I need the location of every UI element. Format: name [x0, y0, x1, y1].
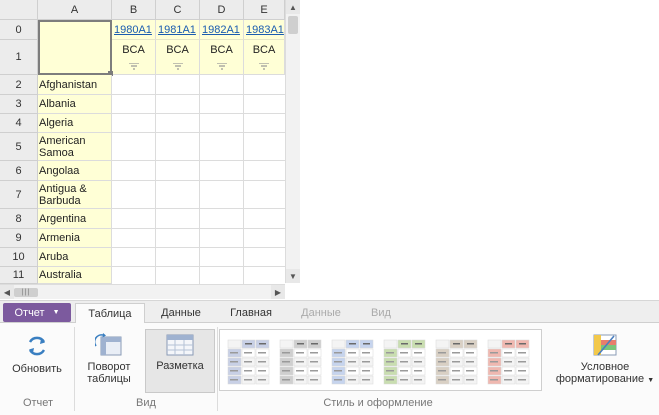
table-style-thumbnail[interactable] [331, 339, 374, 385]
row-header-11[interactable]: 11 [0, 267, 38, 284]
group-label-style: Стиль и оформление [323, 397, 433, 409]
refresh-label: Обновить [12, 363, 62, 375]
measure-header-d[interactable]: BCA [200, 40, 244, 75]
ribbon-panel: Обновить Поворот таблицы Разметка Условн… [0, 323, 659, 415]
refresh-button[interactable]: Обновить [4, 329, 70, 393]
measure-label: BCA [122, 44, 145, 56]
country-cell[interactable]: Aruba [38, 248, 112, 267]
row-header-6[interactable]: 6 [0, 161, 38, 181]
report-menu-button[interactable]: Отчет ▼ [3, 303, 71, 322]
country-cell[interactable]: Argentina [38, 209, 112, 229]
country-cell[interactable]: Angolaa [38, 161, 112, 181]
year-header-1981[interactable]: 1981A1 [156, 20, 200, 40]
table-style-thumbnail[interactable] [383, 339, 426, 385]
style-thumbnails [227, 339, 530, 385]
row-header-10[interactable]: 10 [0, 248, 38, 267]
spreadsheet-grid[interactable]: A B C D E 0 1 2 3 4 5 6 7 8 9 10 11 1980… [0, 0, 300, 300]
group-divider [217, 327, 218, 411]
refresh-icon [28, 336, 46, 356]
tab-table[interactable]: Таблица [75, 303, 145, 324]
scroll-up-icon[interactable]: ▲ [286, 0, 300, 14]
tab-home[interactable]: Главная [218, 303, 284, 323]
country-cell[interactable]: Albania [38, 95, 112, 114]
ribbon: Отчет ▼ Таблица Данные Главная Данные Ви… [0, 300, 659, 415]
tab-data[interactable]: Данные [148, 303, 214, 323]
measure-label: BCA [210, 44, 233, 56]
style-gallery[interactable] [219, 329, 542, 391]
table-style-thumbnail[interactable] [227, 339, 270, 385]
tab-view-disabled[interactable]: Вид [356, 303, 406, 323]
row-header-1[interactable]: 1 [0, 40, 38, 75]
selected-cell-a0[interactable] [38, 20, 112, 75]
vertical-scrollbar[interactable]: ▲ ▼ [285, 0, 300, 283]
filter-icon[interactable] [216, 63, 227, 70]
pivot-label-line2: таблицы [87, 373, 131, 385]
measure-header-c[interactable]: BCA [156, 40, 200, 75]
year-header-1982[interactable]: 1982A1 [200, 20, 244, 40]
filter-icon[interactable] [172, 63, 183, 70]
country-cell[interactable]: American Samoa [38, 133, 112, 161]
country-cell[interactable]: Afghanistan [38, 75, 112, 95]
select-all-corner[interactable] [0, 0, 38, 20]
data-cells-area[interactable] [112, 75, 285, 284]
row-header-8[interactable]: 8 [0, 209, 38, 229]
pivot-label-line1: Поворот [87, 361, 131, 373]
layout-label: Разметка [156, 360, 204, 372]
country-cell[interactable]: Antigua & Barbuda [38, 181, 112, 209]
scroll-down-icon[interactable]: ▼ [286, 269, 300, 283]
group-divider [74, 327, 75, 411]
year-header-1980[interactable]: 1980A1 [112, 20, 156, 40]
country-cell[interactable]: Australia [38, 267, 112, 284]
table-style-thumbnail[interactable] [487, 339, 530, 385]
measure-header-b[interactable]: BCA [112, 40, 156, 75]
country-cell[interactable]: Armenia [38, 229, 112, 248]
group-label-view: Вид [136, 397, 156, 409]
row-header-7[interactable]: 7 [0, 181, 38, 209]
row-header-9[interactable]: 9 [0, 229, 38, 248]
scroll-left-icon[interactable]: ◀ [0, 285, 14, 299]
column-header-a[interactable]: A [38, 0, 112, 20]
cond-label-text: форматирование [555, 373, 645, 385]
row-header-4[interactable]: 4 [0, 114, 38, 133]
column-header-d[interactable]: D [200, 0, 244, 20]
group-label-report: Отчет [22, 397, 54, 409]
filter-icon[interactable] [128, 63, 139, 70]
tab-data-disabled[interactable]: Данные [288, 303, 354, 323]
row-header-3[interactable]: 3 [0, 95, 38, 114]
table-style-thumbnail[interactable] [279, 339, 322, 385]
table-style-thumbnail[interactable] [435, 339, 478, 385]
layout-icon [166, 334, 194, 356]
pivot-table-button[interactable]: Поворот таблицы [76, 329, 142, 393]
cond-label-line2: форматирование ▼ [553, 373, 657, 387]
ribbon-tab-bar: Отчет ▼ Таблица Данные Главная Данные Ви… [0, 301, 659, 324]
pivot-icon [95, 333, 122, 356]
column-header-c[interactable]: C [156, 0, 200, 20]
column-header-b[interactable]: B [112, 0, 156, 20]
layout-button[interactable]: Разметка [145, 329, 215, 393]
chevron-down-icon: ▼ [647, 377, 655, 384]
conditional-formatting-icon [593, 334, 617, 356]
vertical-scroll-thumb[interactable] [288, 16, 298, 34]
measure-label: BCA [166, 44, 189, 56]
row-header-5[interactable]: 5 [0, 133, 38, 161]
row-header-0[interactable]: 0 [0, 20, 38, 40]
chevron-down-icon: ▼ [52, 309, 60, 316]
conditional-formatting-button[interactable]: Условное форматирование ▼ [553, 329, 657, 393]
scroll-right-icon[interactable]: ▶ [271, 285, 285, 299]
filter-icon[interactable] [259, 63, 269, 70]
report-menu-label: Отчет [14, 306, 45, 319]
column-header-e[interactable]: E [244, 0, 285, 20]
cond-label-line1: Условное [580, 361, 630, 373]
measure-label: BCA [252, 44, 276, 56]
horizontal-scroll-thumb[interactable]: ||| [14, 288, 38, 297]
row-header-2[interactable]: 2 [0, 75, 38, 95]
horizontal-scrollbar[interactable]: ◀ ||| ▶ [0, 284, 285, 299]
country-cell[interactable]: Algeria [38, 114, 112, 133]
year-header-1983[interactable]: 1983A1 [244, 20, 285, 40]
measure-header-e[interactable]: BCA [244, 40, 285, 75]
